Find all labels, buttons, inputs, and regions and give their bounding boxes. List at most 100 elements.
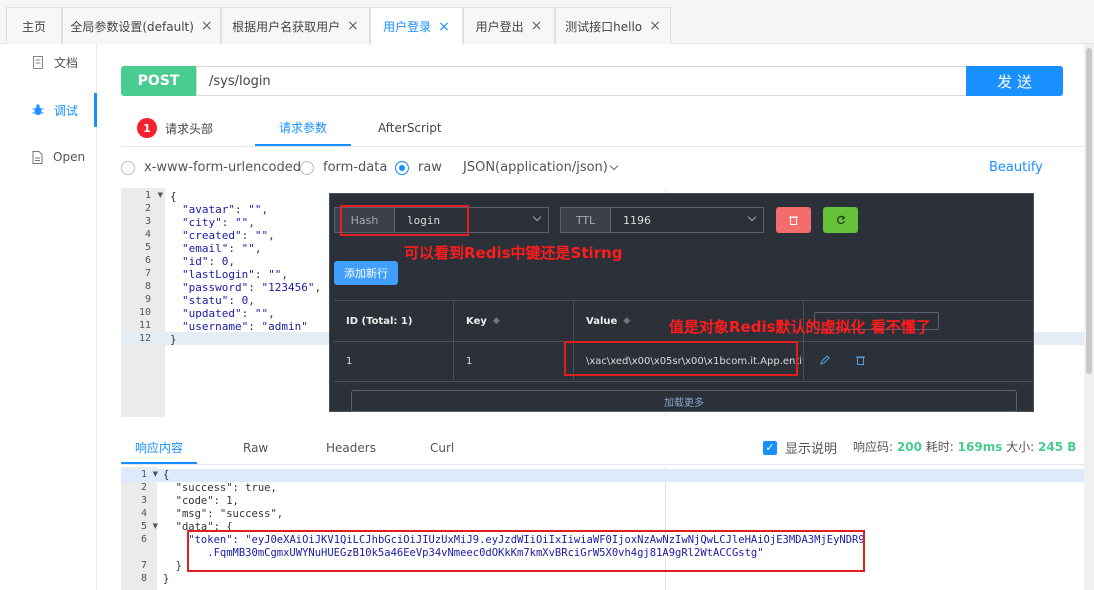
show-description-checkbox[interactable]: ✓ 显示说明 <box>763 438 837 457</box>
tab-afterscript[interactable]: AfterScript <box>378 110 442 146</box>
radio-label: form-data <box>323 160 388 175</box>
radio-form-data[interactable]: form-data <box>300 160 387 175</box>
sidebar: 文档 调试 Open <box>0 44 97 590</box>
tab-global-params[interactable]: 全局参数设置(default) × <box>62 7 221 44</box>
code-line: "email": "", <box>182 242 262 255</box>
response-time: 169ms <box>957 440 1003 454</box>
sidebar-item-label: 调试 <box>54 103 79 118</box>
line-number: 7 <box>144 268 151 279</box>
ttl-label: TTL <box>561 208 611 232</box>
radio-label: x-www-form-urlencoded <box>144 160 302 175</box>
line-number: 6 <box>140 534 147 545</box>
load-more-label: 加载更多 <box>664 397 704 409</box>
close-icon[interactable]: × <box>438 19 450 35</box>
trash-icon <box>789 216 798 225</box>
subtab-label: 请求头部 <box>165 121 214 136</box>
active-line-highlight <box>121 469 1084 482</box>
tab-user-logout[interactable]: 用户登出 × <box>463 7 555 44</box>
line-number: 4 <box>144 229 151 240</box>
line-number: 8 <box>140 573 147 584</box>
code-line: "code": 1, <box>163 495 239 507</box>
code-line: "username": "admin" <box>182 320 308 333</box>
tab-request-headers[interactable]: 1 请求头部 <box>137 110 219 146</box>
tab-get-user[interactable]: 根据用户名获取用户 × <box>221 7 370 44</box>
add-row-button[interactable]: 添加新行 <box>334 261 398 285</box>
scrollbar-thumb[interactable] <box>1086 48 1092 374</box>
radio-urlencoded[interactable]: x-www-form-urlencoded <box>121 160 301 175</box>
line-number: 2 <box>140 482 147 493</box>
tab-request-params[interactable]: 请求参数 <box>255 110 351 146</box>
ttl-value: 1196 <box>623 213 651 227</box>
column-label: Value <box>586 315 618 327</box>
tab-home[interactable]: 主页 <box>6 7 62 44</box>
restab-label: 响应内容 <box>134 440 183 455</box>
refresh-button[interactable] <box>823 207 858 233</box>
code-line: "created": "", <box>182 229 275 242</box>
line-number: 1 <box>144 190 151 201</box>
content-type-select[interactable]: JSON(application/json) <box>463 160 619 175</box>
close-icon[interactable]: × <box>531 18 543 34</box>
ttl-field[interactable]: TTL 1196 <box>560 207 764 233</box>
http-method-badge[interactable]: POST <box>121 66 196 96</box>
sort-icon[interactable]: ◆ <box>623 316 630 326</box>
line-number: 5 <box>144 242 151 253</box>
response-size-label: 大小: <box>1006 440 1035 454</box>
table-cell-id: 1 <box>334 342 454 380</box>
sort-icon[interactable]: ◆ <box>493 316 500 326</box>
tab-label: 用户登录 <box>383 20 432 34</box>
column-header-id[interactable]: ID (Total: 1) <box>334 300 454 342</box>
annotation-box-value <box>564 341 798 376</box>
close-icon[interactable]: × <box>201 18 213 34</box>
edit-row-icon[interactable] <box>820 354 830 368</box>
radio-circle[interactable] <box>121 160 135 175</box>
delete-key-button[interactable] <box>776 207 811 233</box>
doc-icon <box>33 55 43 69</box>
table-cell-key: 1 <box>454 342 574 380</box>
tab-response-body[interactable]: 响应内容 <box>121 432 197 464</box>
sidebar-item-label: 文档 <box>54 55 79 70</box>
line-number: 5 <box>140 521 147 532</box>
divider <box>121 146 1084 147</box>
tab-label: 主页 <box>21 19 46 34</box>
column-header-key[interactable]: Key ◆ <box>454 300 574 342</box>
delete-row-icon[interactable] <box>856 354 865 368</box>
line-number: 3 <box>144 216 151 227</box>
column-label: ID (Total: 1) <box>346 315 413 327</box>
tab-response-raw[interactable]: Raw <box>243 432 268 464</box>
fold-arrow-icon[interactable]: ▼ <box>150 470 158 478</box>
radio-raw[interactable]: raw <box>395 160 442 175</box>
response-size: 245 B <box>1038 440 1077 454</box>
divider <box>121 464 1084 465</box>
fold-arrow-icon[interactable]: ▼ <box>150 522 158 530</box>
sidebar-item-docs[interactable]: 文档 <box>0 45 97 79</box>
radio-circle[interactable] <box>395 160 409 175</box>
fold-arrow-icon[interactable]: ▼ <box>155 191 163 199</box>
file-icon <box>32 150 43 164</box>
code-line: "lastLogin": "", <box>182 268 288 281</box>
send-button[interactable]: 发 送 <box>966 66 1063 96</box>
close-icon[interactable]: × <box>347 18 359 34</box>
line-number: 6 <box>144 255 151 266</box>
code-line: "city": "", <box>182 216 255 229</box>
subtab-label: 请求参数 <box>278 120 327 135</box>
load-more-button[interactable]: 加载更多 <box>351 390 1017 412</box>
url-input[interactable]: /sys/login <box>196 66 967 96</box>
code-line: "avatar": "", <box>182 203 269 216</box>
code-line: } <box>163 573 170 585</box>
checkbox-label: 显示说明 <box>785 442 838 457</box>
tab-test-hello[interactable]: 测试接口hello × <box>555 7 671 44</box>
sidebar-item-open[interactable]: Open <box>0 140 97 174</box>
beautify-link[interactable]: Beautify <box>989 160 1043 175</box>
check-icon[interactable]: ✓ <box>763 440 777 455</box>
tab-label: 根据用户名获取用户 <box>232 19 341 34</box>
line-number: 12 <box>138 333 151 344</box>
close-icon[interactable]: × <box>649 18 661 34</box>
radio-circle[interactable] <box>300 160 314 175</box>
tab-response-headers[interactable]: Headers <box>326 432 376 464</box>
tab-response-curl[interactable]: Curl <box>430 432 454 464</box>
tab-user-login[interactable]: 用户登录 × <box>370 7 463 45</box>
line-number: 9 <box>144 294 151 305</box>
line-number: 3 <box>140 495 147 506</box>
response-time-label: 耗时: <box>925 440 954 454</box>
sidebar-item-debug[interactable]: 调试 <box>0 93 97 127</box>
